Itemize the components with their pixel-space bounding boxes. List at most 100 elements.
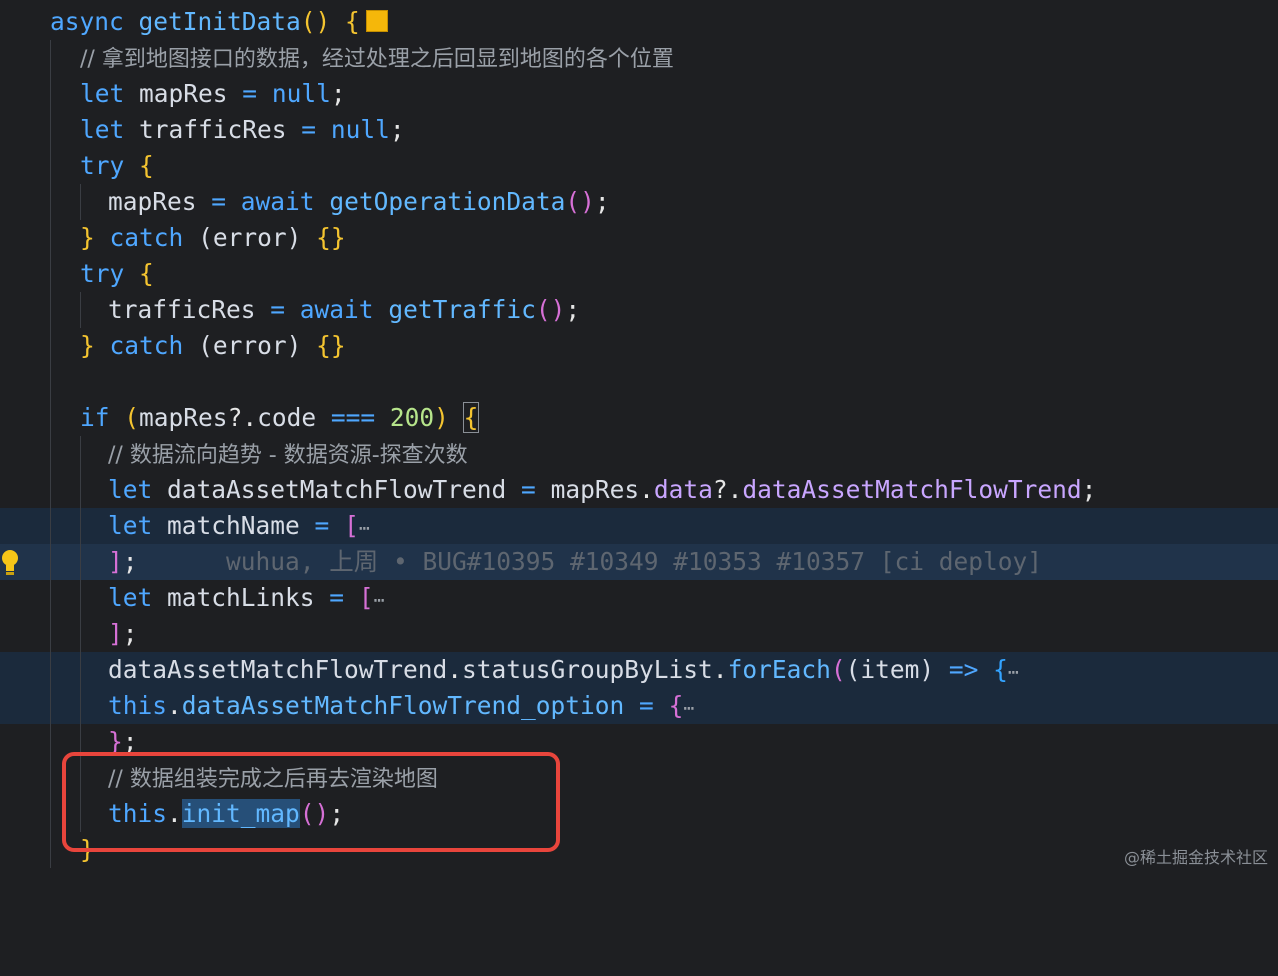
code-line-10[interactable]: } catch (error) {} — [0, 328, 1278, 364]
code-line-16[interactable]: ]; wuhua, 上周 • BUG#10395 #10349 #10353 #… — [0, 544, 1278, 580]
arrow-args: (item) — [845, 655, 935, 684]
object: mapRes — [550, 475, 640, 504]
code-line-13[interactable]: // 数据流向趋势 - 数据资源-探查次数 — [0, 436, 1278, 472]
semicolon: ; — [565, 295, 581, 324]
watermark: @稀土掘金技术社区 — [1123, 848, 1268, 867]
keyword: let — [108, 583, 153, 612]
function-call: forEach — [727, 655, 831, 684]
variable: mapRes — [139, 79, 228, 108]
operator: = — [299, 511, 345, 540]
keyword: catch — [109, 223, 184, 252]
comment: // 数据流向趋势 - 数据资源-探查次数 — [108, 443, 468, 468]
variable: matchLinks — [167, 583, 315, 612]
code-line-12[interactable]: if (mapRes?.code === 200) { — [0, 400, 1278, 436]
semicolon: ; — [389, 115, 405, 144]
arrow: => — [934, 655, 994, 684]
folded-code-ellipsis[interactable]: ⋯ — [359, 518, 370, 539]
variable: mapRes — [139, 403, 228, 432]
dot: . — [639, 475, 654, 504]
parens: () — [565, 187, 595, 216]
paren: ) — [434, 403, 449, 432]
catch-args: (error) — [198, 331, 302, 360]
semicolon: ; — [122, 547, 138, 576]
brace: { — [993, 655, 1008, 684]
semicolon: ; — [1081, 475, 1097, 504]
operator: === — [316, 403, 390, 432]
optional-chain: ?. — [227, 403, 258, 432]
semicolon: ; — [594, 187, 610, 216]
operator: = — [227, 79, 272, 108]
code-line-17[interactable]: let matchLinks = [⋯ — [0, 580, 1278, 616]
code-line-18[interactable]: ]; — [0, 616, 1278, 652]
code-line-7[interactable]: } catch (error) {} — [0, 220, 1278, 256]
property: code — [257, 403, 317, 432]
function-call: getOperationData — [329, 187, 566, 216]
code-line-9[interactable]: trafficRes = await getTraffic(); — [0, 292, 1278, 328]
code-line-15[interactable]: let matchName = [⋯ — [0, 508, 1278, 544]
function-name: getInitData — [138, 7, 301, 36]
code-editor[interactable]: async getInitData() { // 拿到地图接口的数据，经过处理之… — [0, 0, 1278, 876]
code-line-8[interactable]: try { — [0, 256, 1278, 292]
variable: trafficRes — [139, 115, 287, 144]
bracket: [ — [358, 583, 374, 612]
keyword: let — [80, 79, 125, 108]
semicolon: ; — [330, 79, 346, 108]
paren: ( — [124, 403, 140, 432]
literal: null — [271, 79, 331, 108]
comment: // 拿到地图接口的数据，经过处理之后回显到地图的各个位置 — [80, 47, 674, 72]
highlight-annotation-box — [62, 752, 560, 852]
paren: ( — [830, 655, 846, 684]
keyword: catch — [109, 331, 184, 360]
code-line-6[interactable]: mapRes = await getOperationData(); — [0, 184, 1278, 220]
code-line-11[interactable] — [0, 364, 1278, 400]
operator: = — [286, 115, 331, 144]
lightbulb-icon[interactable] — [0, 548, 20, 576]
operator: = — [624, 691, 669, 720]
keyword: let — [108, 475, 153, 504]
bracket: [ — [344, 511, 359, 540]
variable: dataAssetMatchFlowTrend — [167, 475, 507, 504]
property: dataAssetMatchFlowTrend — [742, 475, 1082, 504]
brace: { — [139, 151, 154, 180]
code-line-5[interactable]: try { — [0, 148, 1278, 184]
operator: = — [255, 295, 300, 324]
folded-code-ellipsis[interactable]: ⋯ — [374, 590, 385, 611]
keyword: await — [240, 187, 315, 216]
code-line-1[interactable]: async getInitData() { — [0, 4, 1278, 40]
function-call: getTraffic — [388, 295, 536, 324]
keyword: try — [80, 151, 125, 180]
brace: { — [139, 259, 154, 288]
keyword: await — [299, 295, 374, 324]
semicolon: ; — [122, 619, 138, 648]
brace: } — [80, 331, 95, 360]
object: dataAssetMatchFlowTrend — [108, 655, 448, 684]
operator: = — [506, 475, 551, 504]
color-swatch-icon — [365, 10, 388, 32]
brace: { — [462, 402, 480, 433]
operator: = — [196, 187, 241, 216]
keyword: if — [80, 403, 110, 432]
variable: trafficRes — [108, 295, 256, 324]
property: dataAssetMatchFlowTrend_option — [181, 691, 625, 720]
brace: {} — [316, 331, 346, 360]
property: statusGroupByList — [462, 655, 713, 684]
code-line-2[interactable]: // 拿到地图接口的数据，经过处理之后回显到地图的各个位置 — [0, 40, 1278, 76]
folded-code-ellipsis[interactable]: ⋯ — [683, 698, 694, 719]
git-blame-annotation: wuhua, 上周 • BUG#10395 #10349 #10353 #103… — [226, 547, 1043, 576]
folded-code-ellipsis[interactable]: ⋯ — [1008, 662, 1019, 683]
brace: {} — [316, 223, 346, 252]
bracket: ] — [108, 619, 123, 648]
dot: . — [712, 655, 728, 684]
keyword: try — [80, 259, 125, 288]
code-line-19[interactable]: dataAssetMatchFlowTrend.statusGroupByLis… — [0, 652, 1278, 688]
number-literal: 200 — [389, 403, 435, 432]
brace: } — [80, 223, 95, 252]
bracket: ] — [108, 547, 123, 576]
code-line-3[interactable]: let mapRes = null; — [0, 76, 1278, 112]
code-line-4[interactable]: let trafficRes = null; — [0, 112, 1278, 148]
code-line-14[interactable]: let dataAssetMatchFlowTrend = mapRes.dat… — [0, 472, 1278, 508]
code-line-20[interactable]: this.dataAssetMatchFlowTrend_option = {⋯ — [0, 688, 1278, 724]
keyword: let — [80, 115, 125, 144]
punctuation: () { — [300, 7, 360, 36]
property: data — [653, 475, 713, 504]
